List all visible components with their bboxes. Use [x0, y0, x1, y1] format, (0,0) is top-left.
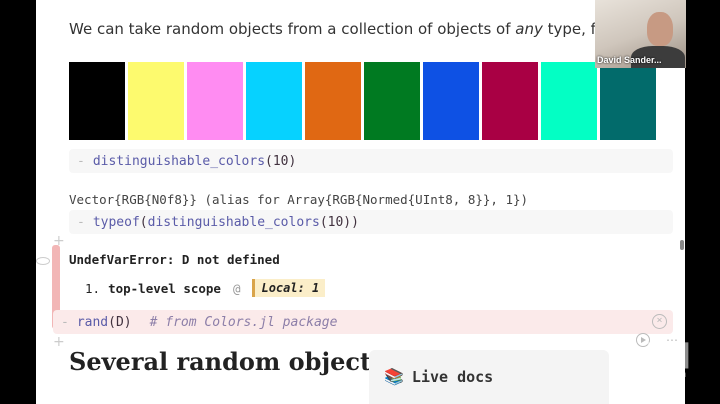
mit-logo: ▌▌▌ [648, 344, 697, 369]
code-args: (10)) [319, 214, 359, 230]
cell-fold-dash[interactable]: - [61, 315, 69, 330]
intro-text: We can take random objects from a collec… [69, 20, 685, 38]
color-swatches [69, 62, 656, 140]
cell-fold-dash[interactable]: - [77, 154, 85, 169]
cell-fold-dash[interactable]: - [77, 215, 85, 230]
code-function: rand [76, 314, 109, 330]
eye-icon[interactable] [36, 257, 50, 265]
error-title: UndefVarError: D not defined [69, 252, 280, 267]
live-docs-panel[interactable]: 📚 Live docs [369, 350, 609, 404]
code-cell-distinguishable-colors[interactable]: - distinguishable_colors (10) [69, 149, 673, 173]
code-paren: ( [139, 214, 148, 230]
code-args: (10) [265, 153, 297, 169]
scrollbar-thumb[interactable] [680, 240, 684, 250]
code-function: typeof [92, 214, 140, 230]
trace-scope: top-level scope [108, 280, 221, 296]
video-thumbnail[interactable]: David Sander... [595, 0, 686, 68]
notebook-page: We can take random objects from a collec… [36, 0, 685, 404]
code-cell-typeof[interactable]: - typeof(distinguishable_colors (10)) [69, 210, 673, 234]
error-stacktrace: 1. top-level scope @ Local: 1 [85, 279, 326, 297]
color-swatch [187, 62, 243, 140]
code-cell-rand[interactable]: - rand (D) # from Colors.jl package × [53, 310, 673, 334]
live-docs-label: Live docs [411, 368, 494, 386]
code-comment: # from Colors.jl package [149, 314, 338, 330]
trace-number: 1. [85, 280, 101, 296]
color-swatch [69, 62, 125, 140]
participant-name: David Sander... [597, 55, 662, 65]
cell-output-type: Vector{RGB{N0f8}} (alias for Array{RGB{N… [69, 192, 529, 207]
color-swatch [600, 62, 656, 140]
watermark-text: Powered by Zoom [612, 369, 686, 379]
books-icon: 📚 [384, 369, 404, 386]
code-args: (D) [108, 314, 132, 330]
color-swatch [305, 62, 361, 140]
participant-avatar [647, 12, 673, 46]
color-swatch [423, 62, 479, 140]
color-swatch [128, 62, 184, 140]
code-function: distinguishable_colors [147, 214, 320, 230]
color-swatch [246, 62, 302, 140]
color-swatch [482, 62, 538, 140]
section-heading: Several random objects [69, 347, 385, 376]
zoom-watermark: ▌▌▌ Powered by Zoom [612, 344, 697, 379]
local-link[interactable]: Local: 1 [252, 279, 326, 297]
close-icon[interactable]: × [652, 314, 667, 329]
color-swatch [364, 62, 420, 140]
add-cell-plus-icon[interactable]: + [53, 334, 65, 350]
code-function: distinguishable_colors [92, 153, 266, 169]
color-swatch [541, 62, 597, 140]
trace-at: @ [232, 280, 241, 296]
